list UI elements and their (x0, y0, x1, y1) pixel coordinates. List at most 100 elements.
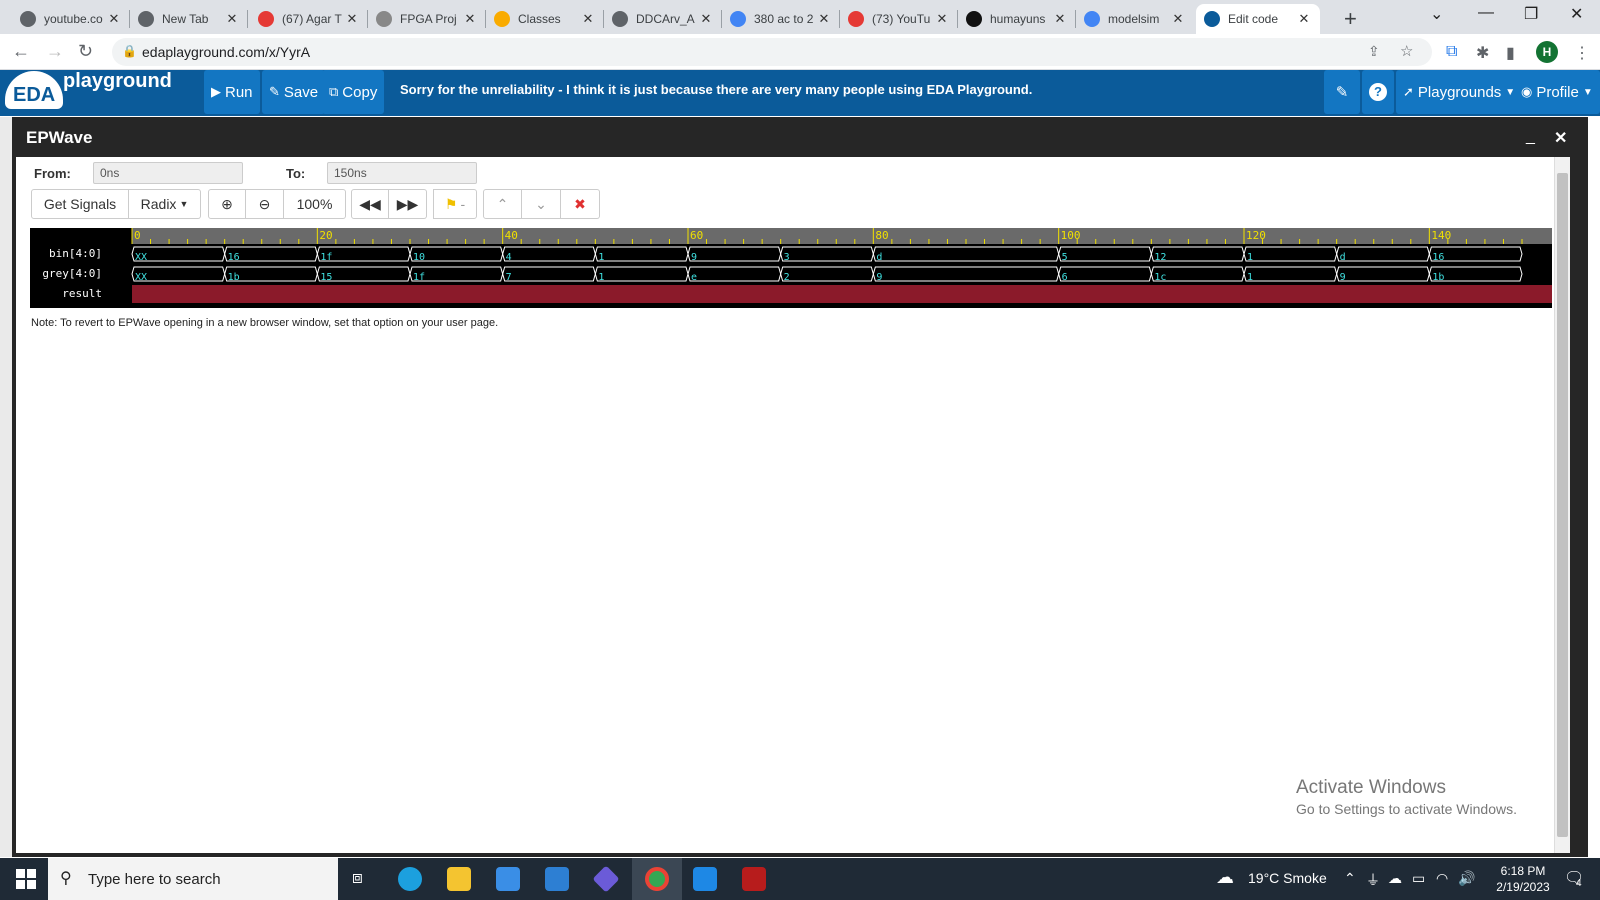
move-up-button[interactable]: ⌃ (483, 189, 522, 219)
zoom-level[interactable]: 100% (284, 189, 346, 219)
task-view-icon[interactable]: ⧈ (352, 868, 363, 888)
tab-search-icon[interactable]: ⌄ (1430, 4, 1443, 24)
minimize-icon[interactable]: _ (1526, 128, 1535, 146)
radix-dropdown[interactable]: Radix ▼ (129, 189, 201, 219)
bus-value-label: 15 (320, 272, 332, 283)
browser-tab[interactable]: New Tab ✕ (130, 4, 248, 34)
browser-tab[interactable]: 380 ac to 2 ✕ (722, 4, 840, 34)
tab-title: Classes (518, 12, 561, 26)
translate-extension-icon[interactable]: ⧉ (1446, 43, 1457, 61)
browser-tab[interactable]: (73) YouTu ✕ (840, 4, 958, 34)
activate-title: Activate Windows (1296, 777, 1446, 798)
tab-close-icon[interactable]: ✕ (462, 11, 478, 27)
mail-icon[interactable] (545, 867, 569, 891)
to-field[interactable]: 150ns (327, 162, 477, 184)
bus-value-label: 1b (1432, 272, 1444, 283)
battery-icon[interactable]: ▭ (1412, 870, 1425, 887)
tray-chevron-up-icon[interactable]: ⌃ (1344, 870, 1356, 887)
bing-icon[interactable] (592, 865, 620, 893)
tab-close-icon[interactable]: ✕ (580, 11, 596, 27)
share-icon[interactable]: ⇪ (1368, 43, 1380, 60)
profile-avatar[interactable]: H (1536, 41, 1558, 63)
epwave-scrollbar[interactable] (1554, 157, 1570, 853)
copy-button[interactable]: ⧉ Copy (322, 70, 385, 114)
taskbar-search[interactable]: ⚲ Type here to search (48, 858, 338, 900)
remote-app-icon[interactable] (693, 867, 717, 891)
get-signals-button[interactable]: Get Signals (31, 189, 129, 219)
playgrounds-menu[interactable]: ➚ Playgrounds ▼ (1396, 70, 1523, 114)
tab-favicon-icon (966, 11, 982, 27)
run-label: Run (225, 83, 253, 101)
tab-close-icon[interactable]: ✕ (1052, 11, 1068, 27)
microsoft-store-icon[interactable] (496, 867, 520, 891)
volume-icon[interactable]: 🔊 (1458, 870, 1475, 887)
close-icon[interactable]: ✕ (1554, 128, 1567, 148)
reload-icon[interactable]: ↻ (78, 41, 93, 62)
tray-usb-icon[interactable]: ⏚ (1366, 870, 1380, 890)
move-down-button[interactable]: ⌄ (522, 189, 561, 219)
bus-value-label: e (691, 272, 697, 283)
windows-start-icon[interactable] (16, 869, 36, 889)
tab-close-icon[interactable]: ✕ (934, 11, 950, 27)
tab-close-icon[interactable]: ✕ (1170, 11, 1186, 27)
run-button[interactable]: ▶ Run (204, 70, 260, 114)
browser-tab[interactable]: humayuns ✕ (958, 4, 1076, 34)
jump-forward-button[interactable]: ▶▶ (389, 189, 427, 219)
new-tab-button[interactable]: + (1344, 6, 1357, 32)
minimize-window-button[interactable]: — (1478, 4, 1494, 22)
cursor-button[interactable]: ⚑ - (433, 189, 477, 219)
browser-tab[interactable]: Edit code ✕ (1196, 4, 1320, 34)
bus-value-label: 5 (1062, 252, 1068, 263)
browser-tab[interactable]: youtube.co ✕ (12, 4, 130, 34)
file-explorer-icon[interactable] (447, 867, 471, 891)
help-button[interactable]: ? (1362, 70, 1394, 114)
wifi-icon[interactable]: ◠ (1436, 870, 1448, 887)
browser-menu-icon[interactable]: ⋮ (1574, 43, 1590, 63)
browser-tab[interactable]: (67) Agar T ✕ (250, 4, 368, 34)
browser-tab[interactable]: FPGA Proj ✕ (368, 4, 486, 34)
tab-close-icon[interactable]: ✕ (224, 11, 240, 27)
tab-title: humayuns (990, 12, 1046, 26)
waveform-viewer[interactable]: bin[4:0] grey[4:0] result 0 20 40 60 80 100 120 1… (30, 228, 1552, 308)
from-field[interactable]: 0ns (93, 162, 243, 184)
scrollbar-thumb[interactable] (1557, 173, 1568, 837)
tab-close-icon[interactable]: ✕ (816, 11, 832, 27)
taskbar-clock[interactable]: 6:18 PM 2/19/2023 (1488, 863, 1558, 895)
delete-signal-button[interactable]: ✖ (561, 189, 600, 219)
jump-backward-button[interactable]: ◀◀ (351, 189, 389, 219)
tab-close-icon[interactable]: ✕ (698, 11, 714, 27)
edge-browser-icon[interactable] (398, 867, 422, 891)
chrome-icon[interactable] (645, 867, 669, 891)
zoom-out-button[interactable]: ⊖ (246, 189, 284, 219)
tab-close-icon[interactable]: ✕ (1296, 11, 1312, 27)
tab-separator (247, 10, 248, 28)
browser-tab[interactable]: Classes ✕ (486, 4, 604, 34)
save-button[interactable]: ✎ Save (262, 70, 326, 114)
waveform-canvas[interactable]: 0 20 40 60 80 100 120 140XX 16 1f 10 4 1 9 3 d 5 12 1 d 16XX… (30, 228, 1552, 308)
extensions-puzzle-icon[interactable]: ✱ (1476, 43, 1489, 63)
bookmark-star-icon[interactable]: ☆ (1400, 42, 1413, 60)
profile-menu[interactable]: ◉ Profile ▼ (1514, 70, 1600, 114)
back-icon[interactable]: ← (12, 41, 30, 62)
forward-icon[interactable]: → (46, 41, 64, 62)
bus-value-label: 6 (1062, 272, 1068, 283)
tab-close-icon[interactable]: ✕ (344, 11, 360, 27)
restore-window-button[interactable]: ❐ (1524, 4, 1538, 24)
omnibox[interactable]: 🔒 edaplayground.com/x/YyrA ⇪ ☆ (112, 38, 1432, 66)
ruler-tick-label: 0 (134, 229, 141, 242)
zoom-in-button[interactable]: ⊕ (208, 189, 246, 219)
close-window-button[interactable]: ✕ (1570, 4, 1583, 24)
ruler-tick-label: 20 (319, 229, 332, 242)
edit-toolbar-group: ⌃ ⌄ ✖ (483, 189, 600, 219)
browser-tab[interactable]: modelsim ✕ (1076, 4, 1194, 34)
browser-tab[interactable]: DDCArv_A ✕ (604, 4, 722, 34)
copy-label: Copy (342, 83, 378, 101)
tab-close-icon[interactable]: ✕ (106, 11, 122, 27)
tray-onedrive-icon[interactable]: ☁ (1388, 870, 1402, 887)
tab-favicon-icon (258, 11, 274, 27)
caret-down-icon: ▼ (179, 199, 189, 209)
weather-text[interactable]: 19°C Smoke (1248, 870, 1327, 886)
edit-button[interactable]: ✎ (1324, 70, 1360, 114)
side-panel-icon[interactable]: ▮ (1506, 43, 1515, 63)
winrar-icon[interactable] (742, 867, 766, 891)
